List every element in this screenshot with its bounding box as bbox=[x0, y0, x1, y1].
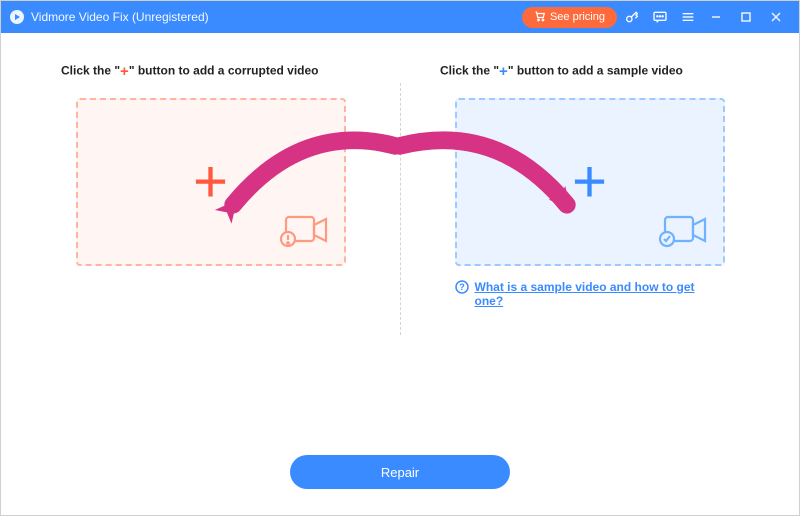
sample-video-icon bbox=[657, 211, 709, 254]
sample-panel-label: Click the "+" button to add a sample vid… bbox=[430, 63, 683, 80]
label-text: " button to add a corrupted video bbox=[129, 64, 319, 78]
corrupted-video-panel: Click the "+" button to add a corrupted … bbox=[21, 63, 400, 435]
add-corrupted-video-dropzone[interactable]: + bbox=[76, 98, 346, 266]
footer: Repair bbox=[1, 455, 799, 515]
label-text: Click the " bbox=[61, 64, 120, 78]
label-text: " button to add a sample video bbox=[508, 64, 683, 78]
menu-icon-button[interactable] bbox=[675, 5, 701, 29]
cart-icon bbox=[534, 10, 546, 25]
key-icon-button[interactable] bbox=[619, 5, 645, 29]
window-title: Vidmore Video Fix (Unregistered) bbox=[31, 10, 209, 24]
repair-button[interactable]: Repair bbox=[290, 455, 510, 489]
close-button[interactable] bbox=[761, 5, 791, 29]
plus-icon: + bbox=[499, 63, 508, 80]
sample-video-panel: Click the "+" button to add a sample vid… bbox=[400, 63, 779, 435]
see-pricing-button[interactable]: See pricing bbox=[522, 7, 617, 28]
corrupted-video-icon bbox=[278, 211, 330, 254]
plus-icon: + bbox=[193, 152, 228, 212]
minimize-button[interactable] bbox=[701, 5, 731, 29]
panels-container: Click the "+" button to add a corrupted … bbox=[1, 33, 799, 455]
plus-icon: + bbox=[572, 152, 607, 212]
corrupted-panel-label: Click the "+" button to add a corrupted … bbox=[51, 63, 319, 80]
maximize-button[interactable] bbox=[731, 5, 761, 29]
sample-help-row: ? What is a sample video and how to get … bbox=[455, 280, 725, 308]
plus-icon: + bbox=[120, 63, 129, 80]
titlebar: Vidmore Video Fix (Unregistered) See pri… bbox=[1, 1, 799, 33]
app-window: Vidmore Video Fix (Unregistered) See pri… bbox=[0, 0, 800, 516]
svg-text:?: ? bbox=[459, 282, 465, 292]
vertical-divider bbox=[400, 83, 401, 335]
add-sample-video-dropzone[interactable]: + bbox=[455, 98, 725, 266]
repair-label: Repair bbox=[381, 465, 419, 480]
app-logo-icon bbox=[9, 9, 25, 25]
feedback-icon-button[interactable] bbox=[647, 5, 673, 29]
pricing-label: See pricing bbox=[550, 11, 605, 23]
main-content: Click the "+" button to add a corrupted … bbox=[1, 33, 799, 515]
sample-help-link[interactable]: What is a sample video and how to get on… bbox=[475, 280, 725, 308]
label-text: Click the " bbox=[440, 64, 499, 78]
help-icon: ? bbox=[455, 280, 469, 297]
